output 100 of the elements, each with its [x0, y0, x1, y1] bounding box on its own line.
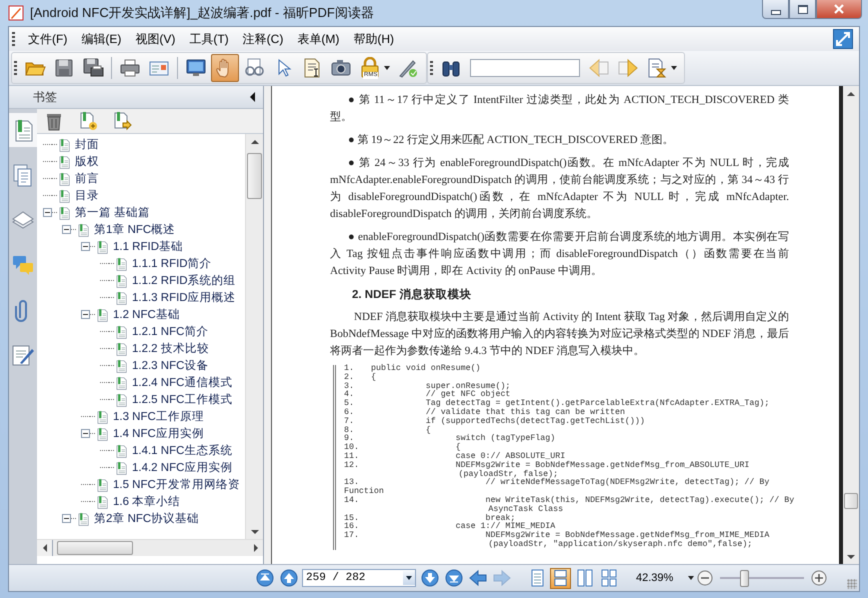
- line-number: 14.: [344, 496, 360, 506]
- line-number: 15.: [344, 514, 360, 523]
- collapse-box-icon[interactable]: [81, 310, 90, 319]
- scrollbar-thumb[interactable]: [247, 153, 262, 199]
- line-number: 1.: [344, 365, 355, 374]
- menu-item[interactable]: 文件(F): [21, 28, 74, 50]
- paragraph-text: ● enableForegroundDispatch()函数需要在你需要开启前台调度系统的地方调用。本实例在写入 Tag 按钮点击事件响应函数中调用；而 disableForegroundDispatch（）函数需要在当前 Activity Pause 时调用，即在 Activity 的 onPause 中调用。: [330, 230, 789, 279]
- line-number: 10.: [344, 444, 360, 452]
- bookmark-item[interactable]: 第2章 NFC协议基础: [94, 511, 200, 526]
- grip-handle[interactable]: [14, 61, 17, 75]
- panel-title: 书签: [33, 88, 57, 106]
- scrollbar[interactable]: [843, 86, 859, 564]
- bookmark-icon: [114, 374, 128, 390]
- nav-button[interactable]: [443, 568, 464, 588]
- bookmark-item[interactable]: 1.1.3 RFID应用概述: [132, 290, 236, 305]
- slider-thumb[interactable]: [740, 570, 749, 586]
- page-grid-icon: [600, 569, 618, 587]
- code-line: NDEFMsg2Write = BobNdefMessage.getNdefMsg_from_MIME_MEDIA: [484, 532, 770, 540]
- scrollbar-thumb[interactable]: [844, 493, 858, 509]
- bookmark-item[interactable]: 1.1.2 RFID系统的组: [132, 273, 236, 288]
- bookmark-icon: [57, 136, 71, 152]
- bookmark-icon: [114, 272, 128, 288]
- left-arrow-icon: [468, 569, 486, 587]
- nav-button[interactable]: [278, 568, 299, 588]
- scrollbar[interactable]: [37, 539, 263, 556]
- menu-item[interactable]: 编辑(E): [74, 28, 128, 50]
- view-mode-button[interactable]: [550, 568, 571, 588]
- bookmark-item[interactable]: 目录: [75, 188, 99, 203]
- bookmark-item[interactable]: 第一篇 基础篇: [75, 205, 150, 220]
- bookmark-icon: [114, 442, 128, 458]
- bookmark-item[interactable]: 1.5 NFC开发常用网络资: [113, 477, 240, 492]
- menu-item[interactable]: 注释(C): [236, 28, 290, 50]
- line-number: 11.: [344, 452, 360, 462]
- code-line: // writeNdefMessageToTag(NDEFMsg2Write, detectTag); // By: [484, 479, 770, 488]
- hourglass-document-icon: [646, 57, 668, 79]
- side-tab[interactable]: [9, 113, 37, 147]
- bookmark-item[interactable]: 1.4.2 NFC应用实例: [132, 460, 232, 475]
- resize-grip-icon[interactable]: [847, 579, 857, 589]
- bookmark-item[interactable]: 1.6 本章小结: [113, 494, 180, 509]
- close-button[interactable]: [816, 0, 862, 19]
- search-field[interactable]: [470, 59, 580, 77]
- zoom-out-button[interactable]: [697, 570, 714, 586]
- line-number: 7.: [344, 418, 355, 426]
- bookmark-item[interactable]: 1.4.1 NFC生态系统: [132, 443, 232, 458]
- bookmark-icon: [114, 256, 128, 272]
- code-line: Tag detectTag = getIntent().getParcelableExtra(NfcAdapter.EXTRA_Tag);: [424, 400, 770, 408]
- menu-item[interactable]: 表单(M): [290, 28, 346, 50]
- collapse-box-icon[interactable]: [81, 242, 90, 251]
- code-line: break;: [486, 514, 516, 523]
- bookmark-arrow-icon: [112, 111, 132, 131]
- bookmark-item[interactable]: 版权: [75, 154, 99, 169]
- bookmark-icon: [95, 426, 109, 442]
- paragraph-text: ● 第 11～17 行中定义了 IntentFilter 过滤类型，此处为 ACTION_TECH_DISCOVERED 类型。: [330, 92, 789, 125]
- bookmark-item[interactable]: 1.3 NFC工作原理: [113, 409, 204, 424]
- menu-item[interactable]: 视图(V): [128, 28, 182, 50]
- menu-item[interactable]: 帮助(H): [346, 28, 401, 50]
- menu-item[interactable]: 工具(T): [182, 28, 236, 50]
- bookmark-item[interactable]: 1.1 RFID基础: [113, 239, 184, 254]
- collapse-arrow-icon[interactable]: [250, 92, 255, 102]
- bookmark-item[interactable]: 1.2.5 NFC工作模式: [132, 392, 232, 407]
- minimize-button[interactable]: [762, 0, 789, 19]
- bookmark-item[interactable]: 1.2.4 NFC通信模式: [132, 375, 232, 390]
- bookmark-item[interactable]: 前言: [75, 171, 99, 186]
- bookmark-item[interactable]: 1.1.1 RFID简介: [132, 256, 212, 271]
- panel-splitter[interactable]: [264, 86, 272, 564]
- page-number-field[interactable]: 259 / 282: [302, 569, 416, 587]
- scrollbar[interactable]: [245, 134, 263, 539]
- floppy-icon: [53, 57, 75, 79]
- bookmark-item[interactable]: 1.4 NFC应用实例: [113, 426, 204, 441]
- bookmark-item[interactable]: 第1章 NFC概述: [94, 222, 176, 237]
- code-line: // validate that this tag can be written: [424, 408, 625, 417]
- bookmark-item[interactable]: 1.2.3 NFC设备: [132, 358, 208, 373]
- nav-button[interactable]: [419, 568, 440, 588]
- bookmark-item[interactable]: 1.2 NFC基础: [113, 307, 180, 322]
- bookmark-icon: [95, 494, 109, 510]
- line-number: 3.: [344, 382, 355, 391]
- collapse-box-icon[interactable]: [62, 225, 71, 234]
- bookmark-item[interactable]: 1.2.1 NFC简介: [132, 324, 208, 339]
- fullscreen-button[interactable]: [833, 29, 853, 49]
- scrollbar-thumb[interactable]: [57, 541, 133, 555]
- bookmark-icon: [57, 188, 71, 204]
- bookmark-item[interactable]: 封面: [75, 137, 99, 152]
- code-line: new WriteTask(this, NDEFMsg2Write, detectTag).execute(); // By: [484, 496, 794, 505]
- bookmark-icon: [57, 170, 71, 186]
- zoom-in-button[interactable]: [811, 570, 828, 586]
- nav-button[interactable]: [467, 568, 488, 588]
- floppy-printer-icon: [82, 57, 104, 79]
- line-number: 12.: [344, 462, 360, 471]
- monitor-icon: [185, 57, 207, 79]
- nav-button[interactable]: [254, 568, 275, 588]
- collapse-box-icon[interactable]: [62, 514, 71, 523]
- bookmark-item[interactable]: 1.2.2 技术比较: [132, 341, 209, 356]
- collapse-box-icon[interactable]: [81, 429, 90, 438]
- code-line: {: [371, 374, 376, 383]
- grip-handle[interactable]: [430, 61, 433, 75]
- zoom-value: 42.39%: [636, 572, 674, 584]
- last-page-icon: [444, 569, 462, 587]
- collapse-box-icon[interactable]: [43, 208, 52, 217]
- maximize-button[interactable]: [789, 0, 816, 19]
- grip-handle[interactable]: [12, 32, 15, 46]
